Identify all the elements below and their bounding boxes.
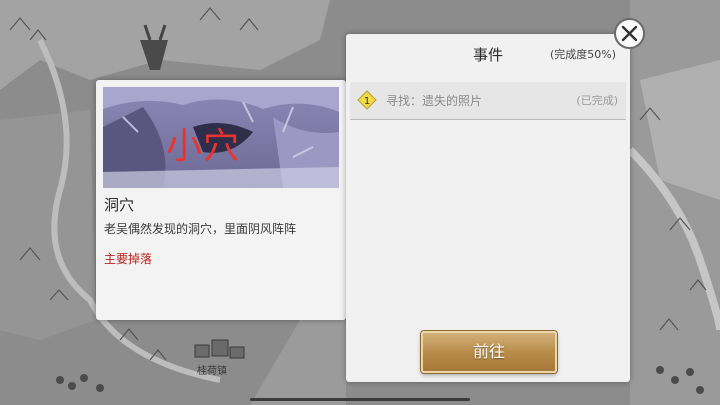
image-caption: 小穴 <box>166 126 241 167</box>
diamond-number-icon: 1 <box>357 90 377 110</box>
task-text: 寻找：遗失的照片 <box>386 94 483 108</box>
close-icon <box>621 25 638 42</box>
task-row[interactable]: 1 寻找：遗失的照片 (已完成) <box>350 82 626 120</box>
task-status: (已完成) <box>576 94 618 107</box>
go-button[interactable]: 前往 <box>421 331 557 373</box>
task-number: 1 <box>364 96 370 107</box>
home-indicator <box>250 398 470 401</box>
event-progress: (完成度50%) <box>549 48 616 61</box>
location-description: 老吴偶然发现的洞穴，里面阴风阵阵 <box>104 222 297 236</box>
map-town-label: 桂荷镇 <box>197 366 227 377</box>
location-image: 小穴 <box>103 87 339 188</box>
location-name: 洞穴 <box>104 196 135 214</box>
close-button[interactable] <box>614 18 645 49</box>
event-panel: 事件 (完成度50%) 1 寻找：遗失的照片 (已完成) 前往 <box>346 34 630 382</box>
location-card: 小穴 洞穴 老吴偶然发现的洞穴，里面阴风阵阵 主要掉落 <box>96 80 346 320</box>
main-drops-label[interactable]: 主要掉落 <box>104 250 152 267</box>
